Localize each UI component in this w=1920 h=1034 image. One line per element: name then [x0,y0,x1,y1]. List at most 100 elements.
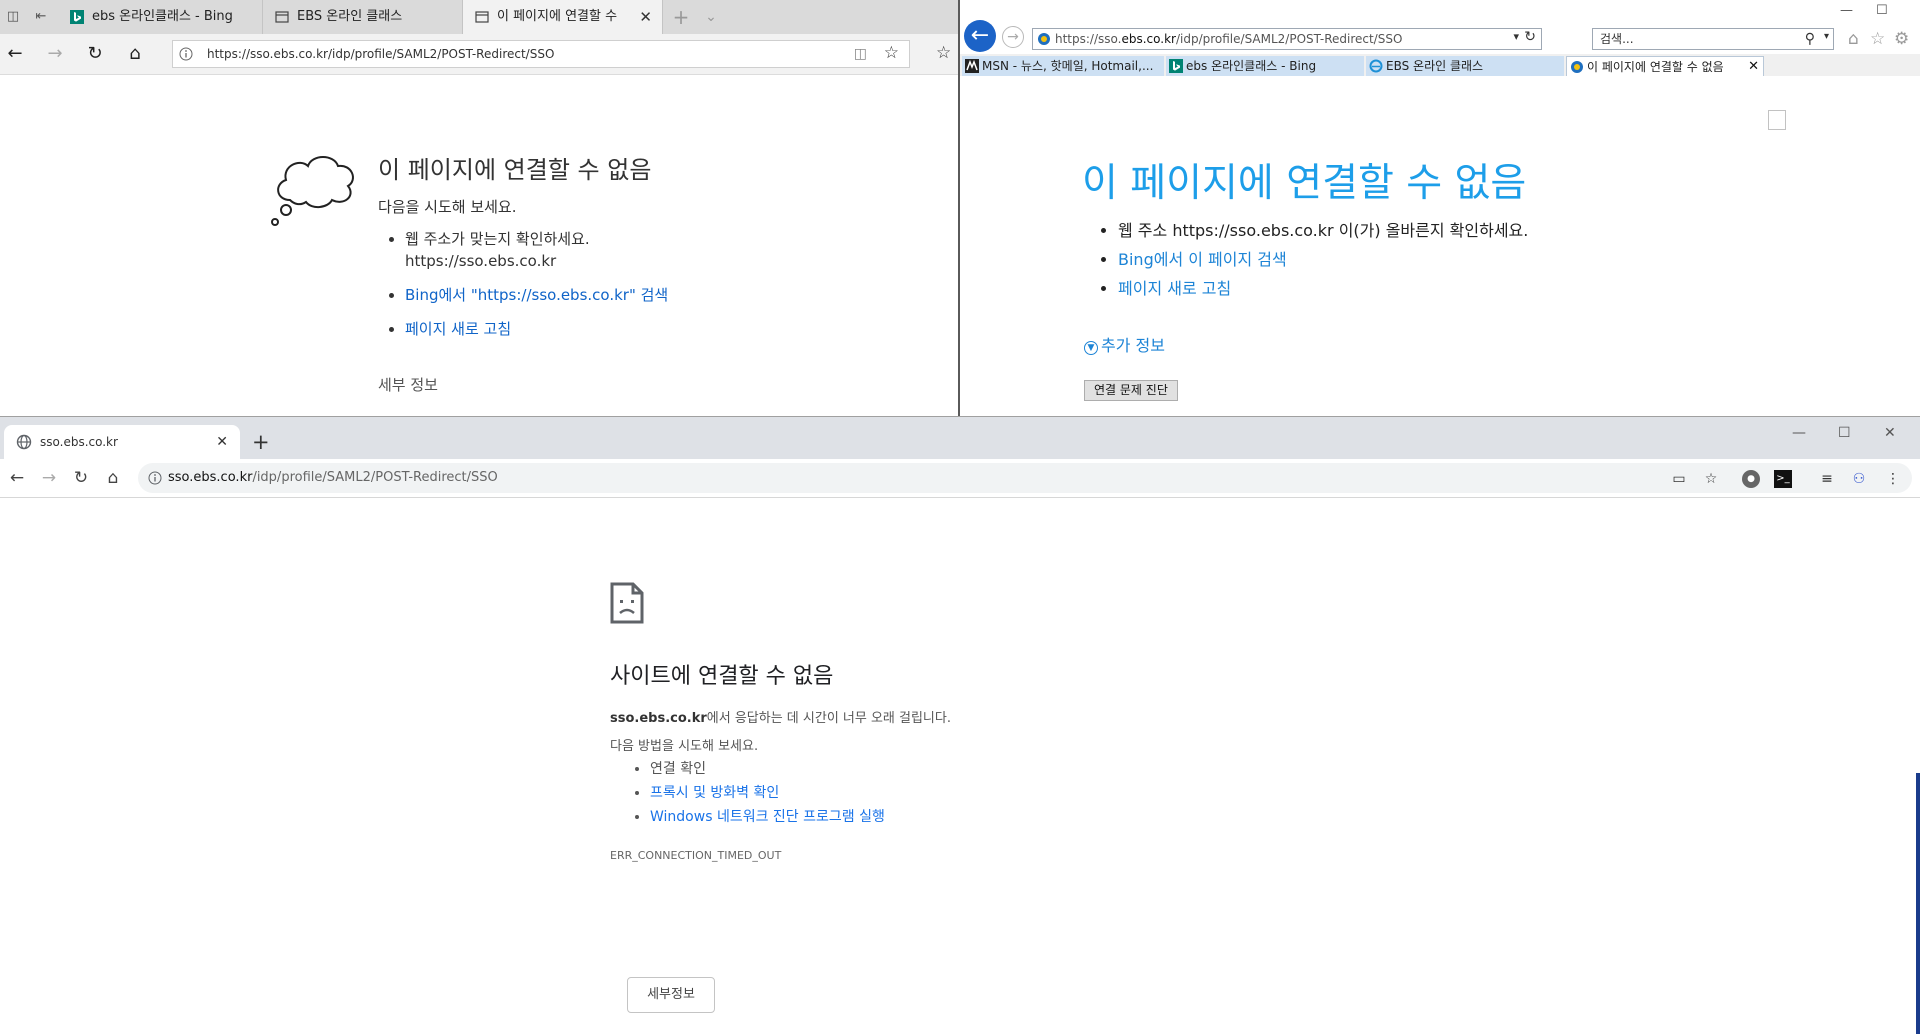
minimize-icon[interactable]: — [1840,3,1853,18]
tab-preview-icon[interactable]: ⇤ [32,8,50,26]
ie-page-icon [1038,33,1050,45]
refresh-icon[interactable]: ↻ [70,467,92,489]
details-toggle[interactable]: 세부 정보 [378,374,438,395]
favorites-hub-icon[interactable]: ☆ [936,43,951,63]
cast-icon[interactable]: ▭ [1670,470,1688,488]
forward-icon[interactable]: → [38,467,60,489]
page-icon [275,11,289,23]
forward-icon[interactable]: → [1002,26,1024,48]
home-icon[interactable]: ⌂ [1848,29,1859,49]
back-icon[interactable]: ← [964,20,996,52]
list-item: 웹 주소 https://sso.ebs.co.kr 이(가) 올바른지 확인하… [1118,220,1528,242]
network-diagnostics-link[interactable]: Windows 네트워크 진단 프로그램 실행 [650,809,885,825]
chrome-tab-strip: sso.ebs.co.kr ✕ + — ☐ ✕ [0,417,1920,459]
scrollbar[interactable] [1916,773,1920,1034]
edge-error-subtitle: 다음을 시도해 보세요. [378,198,517,216]
ie-search-box[interactable]: 검색... ⚲ ▾ [1592,28,1834,50]
chrome-omnibox[interactable]: sso.ebs.co.kr/idp/profile/SAML2/POST-Red… [138,463,1912,493]
bing-search-link[interactable]: Bing에서 이 페이지 검색 [1118,250,1287,269]
ie-tab-label: EBS 온라인 클래스 [1386,59,1484,73]
refresh-page-link[interactable]: 페이지 새로 고침 [405,320,511,338]
chrome-tab[interactable]: sso.ebs.co.kr ✕ [4,425,240,459]
favorite-star-icon[interactable]: ☆ [884,43,899,63]
list-item: Bing에서 "https://sso.ebs.co.kr" 검색 [405,284,668,306]
chevron-down-icon[interactable]: ⌄ [698,0,724,34]
list-item: 연결 확인 [650,757,885,781]
ie-logo-icon [1369,59,1383,73]
page-icon [475,11,489,23]
sad-page-icon [610,582,644,624]
profile-icon[interactable]: ⚇ [1850,470,1868,488]
more-info-toggle[interactable]: ▼ 추가 정보 [1084,332,1165,356]
ie-tab-label: 이 페이지에 연결할 수 없음 [1587,60,1724,74]
msn-icon [965,59,979,73]
menu-icon[interactable]: ⋮ [1884,470,1902,488]
ie-window: — ☐ ← → https://sso.ebs.co.kr/idp/profil… [958,0,1920,416]
reading-view-icon[interactable]: ◫ [854,46,867,62]
thought-cloud-icon [271,156,354,226]
proxy-firewall-link[interactable]: 프록시 및 방화벽 확인 [650,785,779,801]
set-aside-tabs-icon[interactable]: ◫ [4,8,22,26]
bing-search-link[interactable]: Bing에서 "https://sso.ebs.co.kr" 검색 [405,286,668,304]
gear-icon[interactable]: ⚙ [1894,29,1909,49]
extension-icon[interactable]: ● [1742,470,1760,488]
suggestion-text: 웹 주소가 맞는지 확인하세요. [405,230,590,248]
home-icon[interactable]: ⌂ [102,467,124,489]
dropdown-icon[interactable]: ▾ [1824,31,1829,42]
edge-address-bar[interactable]: https://sso.ebs.co.kr/idp/profile/SAML2/… [172,40,910,68]
edge-tab-error[interactable]: 이 페이지에 연결할 수 ✕ [463,0,663,34]
edge-suggestions: 웹 주소가 맞는지 확인하세요. https://sso.ebs.co.kr Bi… [378,228,668,352]
bookmark-star-icon[interactable]: ☆ [1702,470,1720,488]
new-tab-icon[interactable] [1768,110,1786,130]
edge-tab-ebs[interactable]: EBS 온라인 클래스 [263,0,463,34]
globe-icon [16,434,32,450]
close-tab-icon[interactable]: ✕ [639,0,652,34]
home-icon[interactable]: ⌂ [124,43,146,65]
refresh-icon[interactable]: ↻ [1524,29,1536,45]
search-placeholder: 검색... [1600,32,1634,46]
list-item: 페이지 새로 고침 [1118,278,1528,300]
favorites-star-icon[interactable]: ☆ [1870,29,1885,49]
ie-tab-bar: MSN - 뉴스, 핫메일, Hotmail,... ebs 온라인클래스 - … [960,54,1920,130]
terminal-extension-icon[interactable]: >_ [1774,470,1792,488]
list-item: 페이지 새로 고침 [405,318,668,340]
ie-tab-label: MSN - 뉴스, 핫메일, Hotmail,... [982,59,1154,73]
new-tab-icon[interactable]: + [666,0,696,34]
forward-icon[interactable]: → [44,43,66,65]
refresh-page-link[interactable]: 페이지 새로 고침 [1118,279,1231,298]
details-button[interactable]: 세부정보 [627,977,715,1013]
ie-tab-ebs[interactable]: EBS 온라인 클래스 [1366,56,1564,76]
close-window-icon[interactable]: ✕ [1884,425,1896,441]
list-item: 프록시 및 방화벽 확인 [650,781,885,805]
dropdown-icon[interactable]: ▾ [1513,30,1519,43]
suggestion-url: https://sso.ebs.co.kr [405,252,557,270]
more-info-label: 추가 정보 [1101,336,1165,355]
ie-tab-bing[interactable]: ebs 온라인클래스 - Bing [1166,56,1364,76]
edge-tab-bing[interactable]: ebs 온라인클래스 - Bing [58,0,263,34]
back-icon[interactable]: ← [4,43,26,65]
new-tab-icon[interactable]: + [252,425,270,459]
chrome-try-heading: 다음 방법을 시도해 보세요. [610,739,759,754]
info-icon[interactable] [148,471,162,485]
maximize-icon[interactable]: ☐ [1838,425,1851,441]
ie-tab-msn[interactable]: MSN - 뉴스, 핫메일, Hotmail,... [962,56,1164,76]
minimize-icon[interactable]: — [1792,425,1806,441]
edge-error-title: 이 페이지에 연결할 수 없음 [378,156,652,184]
chrome-window: sso.ebs.co.kr ✕ + — ☐ ✕ ← → ↻ ⌂ sso.ebs.… [0,416,1920,1034]
back-icon[interactable]: ← [6,467,28,489]
search-icon[interactable]: ⚲ [1805,29,1815,49]
maximize-icon[interactable]: ☐ [1876,3,1888,18]
diagnose-connection-button[interactable]: 연결 문제 진단 [1084,380,1178,401]
ie-tab-error[interactable]: 이 페이지에 연결할 수 없음 ✕ [1566,56,1764,76]
edge-tab-label: EBS 온라인 클래스 [297,9,403,24]
ie-address-bar[interactable]: https://sso.ebs.co.kr/idp/profile/SAML2/… [1032,28,1542,50]
info-icon[interactable] [179,47,193,61]
reading-list-icon[interactable]: ≡ [1818,470,1836,488]
edge-tab-bar: ◫ ⇤ ebs 온라인클래스 - Bing EBS 온라인 클래스 이 페이지에… [0,0,958,34]
ie-tab-label: ebs 온라인클래스 - Bing [1186,59,1317,73]
refresh-icon[interactable]: ↻ [84,43,106,65]
edge-tab-label: ebs 온라인클래스 - Bing [92,9,233,24]
close-tab-icon[interactable]: ✕ [1748,57,1759,76]
chrome-suggestions: 연결 확인 프록시 및 방화벽 확인 Windows 네트워크 진단 프로그램 … [610,757,885,829]
close-tab-icon[interactable]: ✕ [216,425,228,459]
